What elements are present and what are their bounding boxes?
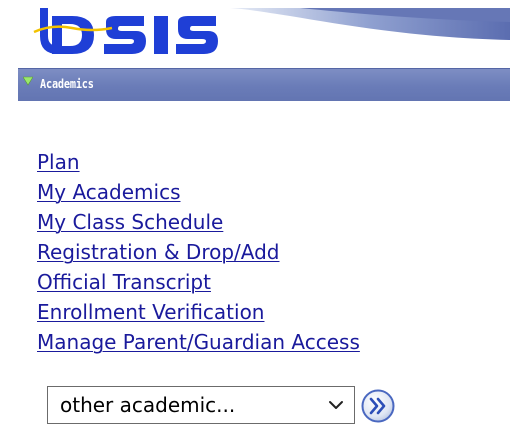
link-my-class-schedule[interactable]: My Class Schedule [37,210,223,234]
list-item: Plan [37,147,360,177]
link-official-transcript[interactable]: Official Transcript [37,270,211,294]
academics-links: Plan My Academics My Class Schedule Regi… [37,147,360,357]
section-title: Academics [40,77,94,91]
list-item: My Academics [37,177,360,207]
link-my-academics[interactable]: My Academics [37,180,181,204]
list-item: Official Transcript [37,267,360,297]
section-header-academics[interactable]: Academics [18,68,510,101]
link-enrollment-verification[interactable]: Enrollment Verification [37,300,264,324]
list-item: My Class Schedule [37,207,360,237]
link-plan[interactable]: Plan [37,150,80,174]
chevron-down-icon [329,401,343,409]
header [0,0,510,64]
link-registration-drop-add[interactable]: Registration & Drop/Add [37,240,280,264]
list-item: Manage Parent/Guardian Access [37,327,360,357]
go-button[interactable] [361,389,395,423]
page: Academics Plan My Academics My Class Sch… [0,0,510,448]
udsis-logo [33,8,218,54]
triangle-down-icon[interactable] [23,76,33,86]
select-value: other academic... [60,393,236,417]
link-manage-parent-guardian-access[interactable]: Manage Parent/Guardian Access [37,330,360,354]
list-item: Enrollment Verification [37,297,360,327]
list-item: Registration & Drop/Add [37,237,360,267]
other-academic-select[interactable]: other academic... [47,386,355,424]
